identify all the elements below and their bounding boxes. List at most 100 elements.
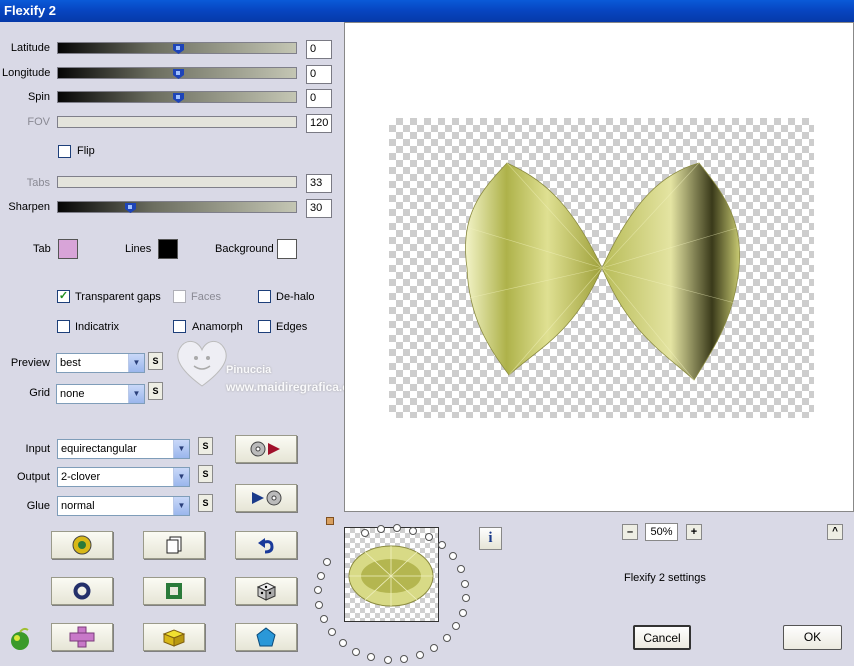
- thumbnail-ring-dot: [327, 628, 336, 637]
- frame-icon: [166, 583, 182, 599]
- thumbnail-preview[interactable]: [344, 527, 439, 622]
- grid-select-value: none: [60, 388, 85, 400]
- thumbnail-ring-dot: [437, 541, 446, 550]
- sharpen-slider[interactable]: [57, 201, 297, 213]
- input-s-button[interactable]: S: [198, 437, 213, 455]
- zoom-in-button[interactable]: +: [686, 524, 702, 540]
- edges-checkbox[interactable]: [258, 320, 271, 333]
- preview-canvas: [389, 118, 814, 418]
- thumbnail-image: [348, 545, 434, 607]
- edges-label: Edges: [276, 321, 308, 333]
- frame-button[interactable]: [143, 577, 205, 605]
- longitude-value[interactable]: 0: [306, 65, 332, 84]
- chevron-down-icon[interactable]: ▼: [128, 385, 144, 403]
- random-dice-button[interactable]: [235, 577, 297, 605]
- output-s-button[interactable]: S: [198, 465, 213, 483]
- longitude-slider[interactable]: [57, 67, 297, 79]
- flip-checkbox[interactable]: [58, 145, 71, 158]
- tabs-value[interactable]: 33: [306, 174, 332, 193]
- preview-pane[interactable]: [344, 22, 854, 512]
- spin-slider-thumb[interactable]: [173, 93, 184, 103]
- chevron-down-icon[interactable]: ▼: [128, 354, 144, 372]
- anamorph-checkbox[interactable]: [173, 320, 186, 333]
- thumbnail-ring-dot: [424, 532, 433, 541]
- glue-s-button[interactable]: S: [198, 494, 213, 512]
- pentagon-button[interactable]: [235, 623, 297, 651]
- ring-button[interactable]: [51, 577, 113, 605]
- sharpen-value[interactable]: 30: [306, 199, 332, 218]
- faces-label: Faces: [191, 291, 221, 303]
- thumbnail-ring-dot: [316, 571, 325, 580]
- flip-label: Flip: [77, 145, 95, 157]
- info-button[interactable]: i: [479, 527, 502, 550]
- spin-value[interactable]: 0: [306, 89, 332, 108]
- thumbnail-ring-dot: [400, 655, 409, 664]
- watermark-url: www.maidiregrafica.eu: [226, 380, 357, 394]
- indicatrix-checkbox[interactable]: [57, 320, 70, 333]
- watermark-name: Pinuccia: [226, 364, 272, 376]
- load-input-button[interactable]: [235, 435, 297, 463]
- sharpen-label: Sharpen: [8, 201, 50, 213]
- lines-color-swatch[interactable]: [158, 239, 178, 259]
- thumbnail-ring-dot: [352, 647, 361, 656]
- thumbnail-ring-dot: [448, 552, 457, 561]
- chevron-down-icon[interactable]: ▼: [173, 497, 189, 515]
- copy-icon: [166, 536, 182, 554]
- cross-button[interactable]: [51, 623, 113, 651]
- grid-select[interactable]: none ▼: [56, 384, 145, 404]
- indicatrix-label: Indicatrix: [75, 321, 120, 333]
- cube-button[interactable]: [143, 623, 205, 651]
- transparent-gaps-checkbox[interactable]: ✓: [57, 290, 70, 303]
- tabs-label: Tabs: [26, 177, 50, 189]
- flexify-result-image: [465, 162, 741, 381]
- copy-button[interactable]: [143, 531, 205, 559]
- sharpen-slider-thumb[interactable]: [125, 203, 136, 213]
- thumbnail-ring-dot: [367, 653, 376, 662]
- zoom-out-button[interactable]: –: [622, 524, 638, 540]
- latitude-slider[interactable]: [57, 42, 297, 54]
- anamorph-label: Anamorph: [192, 321, 243, 333]
- thumbnail-ring-dot: [456, 565, 465, 574]
- cancel-button[interactable]: Cancel: [633, 625, 691, 650]
- thumbnail-ring-dot: [315, 601, 324, 610]
- faces-checkbox[interactable]: [173, 290, 186, 303]
- longitude-slider-thumb[interactable]: [173, 69, 184, 79]
- chevron-down-icon[interactable]: ▼: [173, 440, 189, 458]
- background-color-swatch[interactable]: [277, 239, 297, 259]
- randomize-gear-button[interactable]: [51, 531, 113, 559]
- fov-value[interactable]: 120: [306, 114, 332, 133]
- thumbnail-anchor-handle[interactable]: [326, 517, 334, 525]
- undo-button[interactable]: [235, 531, 297, 559]
- collapse-button[interactable]: ^: [827, 524, 843, 540]
- chevron-down-icon[interactable]: ▼: [173, 468, 189, 486]
- tab-color-label: Tab: [33, 243, 51, 255]
- preview-select-value: best: [60, 357, 81, 369]
- thumbnail-ring-dot: [461, 594, 470, 603]
- tab-color-swatch[interactable]: [58, 239, 78, 259]
- de-halo-checkbox[interactable]: [258, 290, 271, 303]
- preview-label: Preview: [10, 357, 50, 369]
- thumbnail-ring-dot: [430, 644, 439, 653]
- glue-select-value: normal: [61, 500, 95, 512]
- background-color-label: Background: [215, 243, 274, 255]
- input-select[interactable]: equirectangular ▼: [57, 439, 190, 459]
- latitude-slider-thumb[interactable]: [173, 44, 184, 54]
- ok-button[interactable]: OK: [783, 625, 842, 650]
- thumbnail-ring-dot: [338, 639, 347, 648]
- longitude-label: Longitude: [2, 67, 51, 79]
- spin-label: Spin: [27, 91, 50, 103]
- glue-select[interactable]: normal ▼: [57, 496, 190, 516]
- save-output-button[interactable]: [235, 484, 297, 512]
- cube-icon: [162, 629, 186, 647]
- undo-icon: [258, 538, 274, 554]
- spin-slider[interactable]: [57, 91, 297, 103]
- output-select[interactable]: 2-clover ▼: [57, 467, 190, 487]
- preview-select[interactable]: best ▼: [56, 353, 145, 373]
- pentagon-icon: [256, 627, 276, 647]
- fov-slider: [57, 116, 297, 128]
- latitude-value[interactable]: 0: [306, 40, 332, 59]
- cross-icon: [69, 626, 95, 648]
- lines-color-label: Lines: [125, 243, 152, 255]
- grid-s-button[interactable]: S: [148, 382, 163, 400]
- preview-s-button[interactable]: S: [148, 352, 163, 370]
